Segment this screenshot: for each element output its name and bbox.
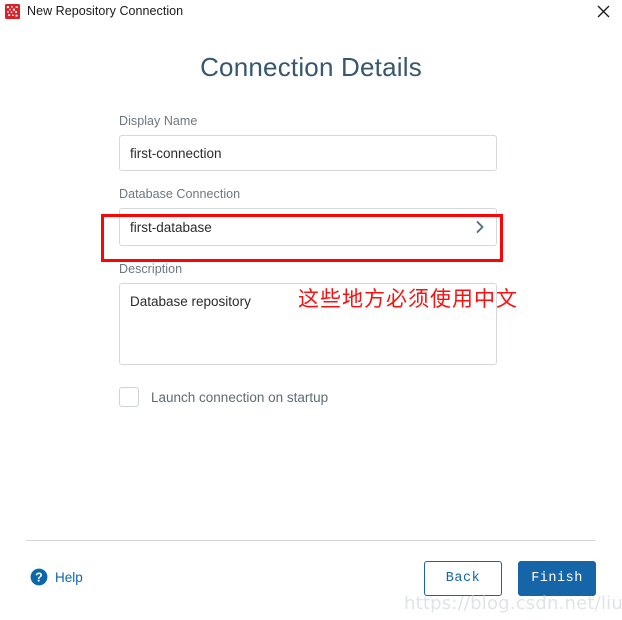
launch-on-startup-row[interactable]: Launch connection on startup xyxy=(119,387,497,407)
finish-button[interactable]: Finish xyxy=(518,561,596,596)
display-name-input[interactable]: first-connection xyxy=(119,135,497,171)
page-title: Connection Details xyxy=(200,52,422,82)
help-label: Help xyxy=(55,569,83,585)
display-name-label: Display Name xyxy=(119,114,198,128)
dialog-button-row: Back Finish xyxy=(424,561,596,596)
watermark: https://blog.csdn.net/liuge36 xyxy=(404,593,622,614)
svg-text:?: ? xyxy=(35,570,43,584)
description-label: Description xyxy=(119,262,183,276)
launch-on-startup-checkbox[interactable] xyxy=(119,387,139,407)
question-circle-icon: ? xyxy=(30,568,48,586)
display-name-field-group: Display Name first-connection xyxy=(119,114,497,171)
window-title: New Repository Connection xyxy=(27,4,184,18)
description-field-group: Description Database repository xyxy=(119,262,497,365)
database-connection-label: Database Connection xyxy=(119,187,241,201)
talend-logo-icon xyxy=(5,3,20,19)
footer-divider xyxy=(26,540,596,541)
close-button[interactable] xyxy=(588,0,618,22)
database-connection-field-group: Database Connection first-database xyxy=(119,187,497,246)
back-button[interactable]: Back xyxy=(424,561,502,596)
database-connection-picker[interactable]: first-database xyxy=(119,208,497,246)
help-link[interactable]: ? Help xyxy=(30,568,83,586)
launch-on-startup-label: Launch connection on startup xyxy=(151,389,329,405)
connection-details-form: Display Name first-connection Database C… xyxy=(119,114,497,407)
close-icon xyxy=(597,5,609,17)
description-textarea[interactable]: Database repository xyxy=(119,283,497,365)
window-titlebar: New Repository Connection xyxy=(0,0,622,22)
